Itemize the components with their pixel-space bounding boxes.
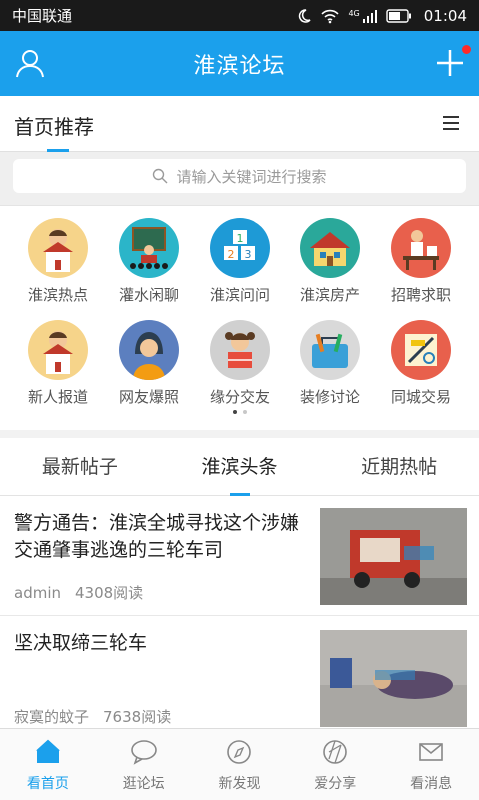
- page-dot: [242, 410, 247, 414]
- bottom-nav: 看首页 逛论坛 新发现 爱分享 看消息: [0, 728, 479, 800]
- moon-icon: [299, 8, 312, 23]
- house-icon: [300, 218, 360, 278]
- page-indicator: [0, 410, 479, 414]
- category-chat[interactable]: 灌水闲聊: [104, 218, 194, 305]
- girl-reading-icon: [210, 320, 270, 380]
- category-label: 招聘求职: [390, 286, 451, 304]
- person-house-icon: [28, 320, 88, 380]
- signal-icon: [362, 9, 377, 23]
- chat-icon: [130, 740, 157, 765]
- number-blocks-icon: 123: [210, 218, 270, 278]
- app-title: 淮滨论坛: [193, 53, 286, 79]
- section-header: 首页推荐: [0, 96, 479, 152]
- feed-tabs: 最新帖子 淮滨头条 近期热帖: [0, 438, 479, 496]
- classroom-icon: [119, 218, 179, 278]
- menu-icon[interactable]: [443, 116, 459, 132]
- nav-label: 爱分享: [314, 776, 357, 792]
- user-icon[interactable]: [14, 47, 46, 79]
- notification-dot: [462, 45, 471, 54]
- category-dating[interactable]: 缘分交友: [195, 320, 285, 407]
- nav-share[interactable]: 爱分享: [287, 729, 383, 800]
- network-label: 4G: [348, 8, 360, 18]
- app-bar: 淮滨论坛: [0, 31, 479, 96]
- list-item[interactable]: 警方通告：淮滨全城寻找这个涉嫌交通肇事逃逸的三轮车司 admin 4308阅读: [0, 496, 479, 616]
- toolbag-icon: [300, 320, 360, 380]
- status-bar: 中国联通 4G 01:04: [0, 0, 479, 31]
- category-label: 缘分交友: [209, 388, 270, 406]
- category-label: 淮滨房产: [299, 286, 360, 304]
- category-jobs[interactable]: 招聘求职: [376, 218, 466, 305]
- category-label: 淮滨问问: [209, 286, 270, 304]
- tab-latest[interactable]: 最新帖子: [0, 438, 160, 495]
- tab-hot[interactable]: 近期热帖: [319, 438, 479, 495]
- search-input[interactable]: 请输入关键词进行搜索: [13, 159, 466, 193]
- clock: 01:04: [423, 6, 467, 25]
- svg-text:1: 1: [237, 232, 244, 245]
- category-trade[interactable]: 同城交易: [376, 320, 466, 407]
- nav-label: 看消息: [410, 776, 453, 792]
- nav-messages[interactable]: 看消息: [383, 729, 479, 800]
- category-decoration[interactable]: 装修讨论: [285, 320, 375, 407]
- svg-text:3: 3: [245, 248, 252, 261]
- home-icon: [36, 739, 60, 763]
- list-item[interactable]: 坚决取缔三轮车 寂寞的蚊子 7638阅读: [0, 616, 479, 728]
- status-icons: 4G 01:04: [296, 7, 467, 25]
- category-label: 装修讨论: [299, 388, 360, 406]
- page-dot-active: [232, 410, 237, 414]
- desk-worker-icon: [391, 218, 451, 278]
- section-title[interactable]: 首页推荐: [14, 111, 94, 140]
- post-title: 警方通告：淮滨全城寻找这个涉嫌交通肇事逃逸的三轮车司: [14, 512, 300, 561]
- category-questions[interactable]: 123 淮滨问问: [195, 218, 285, 305]
- post-thumbnail: [320, 630, 467, 727]
- girl-portrait-icon: [119, 320, 179, 380]
- category-hotspot[interactable]: 淮滨热点: [13, 218, 103, 305]
- post-author: admin: [14, 584, 61, 602]
- category-label: 淮滨热点: [27, 286, 88, 304]
- compass-icon: [227, 740, 252, 764]
- search-area: 请输入关键词进行搜索: [0, 152, 479, 206]
- share-icon: [323, 740, 348, 764]
- carrier-label: 中国联通: [12, 7, 73, 25]
- post-title: 坚决取缔三轮车: [14, 632, 148, 654]
- nav-label: 逛论坛: [122, 776, 165, 792]
- drawing-tools-icon: [391, 320, 451, 380]
- post-author: 寂寞的蚊子: [14, 708, 90, 726]
- search-icon: [153, 168, 168, 184]
- category-grid: 淮滨热点 灌水闲聊 123 淮滨问问 淮滨房产 招聘求职 新人报道 网友爆照 缘…: [0, 206, 479, 430]
- category-label: 同城交易: [390, 388, 451, 406]
- svg-text:2: 2: [228, 248, 235, 261]
- post-list: 警方通告：淮滨全城寻找这个涉嫌交通肇事逃逸的三轮车司 admin 4308阅读 坚…: [0, 496, 479, 728]
- category-label: 灌水闲聊: [118, 286, 179, 304]
- person-house-icon: [28, 218, 88, 278]
- post-meta: admin 4308阅读: [14, 582, 143, 603]
- category-label: 新人报道: [27, 388, 88, 406]
- post-meta: 寂寞的蚊子 7638阅读: [14, 706, 171, 727]
- nav-label: 新发现: [218, 776, 261, 792]
- post-reads: 4308阅读: [75, 584, 144, 602]
- category-housing[interactable]: 淮滨房产: [285, 218, 375, 305]
- category-newcomers[interactable]: 新人报道: [13, 320, 103, 407]
- wifi-icon: [321, 9, 340, 23]
- category-photos[interactable]: 网友爆照: [104, 320, 194, 407]
- nav-forum[interactable]: 逛论坛: [96, 729, 192, 800]
- tab-headlines[interactable]: 淮滨头条: [160, 438, 320, 496]
- mail-icon: [419, 743, 443, 761]
- category-label: 网友爆照: [118, 388, 179, 406]
- battery-icon: [386, 8, 411, 23]
- nav-discover[interactable]: 新发现: [192, 729, 288, 800]
- post-thumbnail: [320, 508, 467, 605]
- search-placeholder: 请输入关键词进行搜索: [176, 167, 327, 186]
- nav-label: 看首页: [26, 776, 69, 792]
- post-reads: 7638阅读: [103, 708, 172, 726]
- nav-home[interactable]: 看首页: [0, 729, 96, 800]
